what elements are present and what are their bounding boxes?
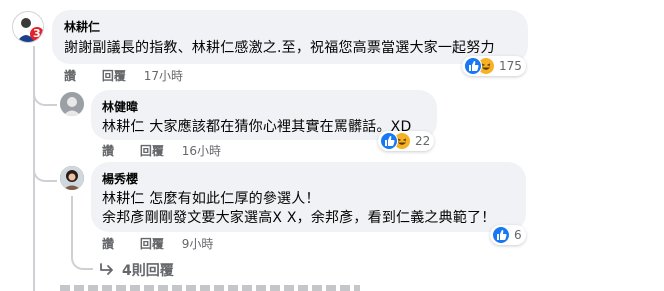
- user-portrait-icon: [60, 92, 84, 116]
- avatar[interactable]: 3: [12, 11, 44, 43]
- thread-curve-more: [71, 246, 93, 270]
- reaction-count: 175: [499, 59, 522, 73]
- like-icon: [492, 226, 510, 244]
- user-portrait-icon: [60, 166, 84, 190]
- like-link[interactable]: 讚: [102, 237, 114, 251]
- thread-curve-reply-1: [33, 78, 57, 106]
- reply-link[interactable]: 回覆: [140, 144, 164, 158]
- comment-body: 大家應該都在猜你心裡其實在罵髒話。XD: [144, 119, 412, 135]
- reaction-summary[interactable]: 22: [378, 131, 435, 151]
- comment-actions: 讚 回覆 17小時: [64, 67, 205, 84]
- timestamp[interactable]: 16小時: [182, 144, 221, 158]
- comment-text: 謝謝副議長的指教、林耕仁感激之.至，祝福您高票當選大家一起努力: [64, 40, 495, 56]
- comment-text: 林耕仁 怎麼有如此仁厚的參選人！: [102, 188, 320, 208]
- reaction-summary[interactable]: 175: [462, 56, 526, 76]
- comment-text-line2: 余邦彥剛剛發文要大家選高X X，余邦彥，看到仁義之典範了！: [102, 210, 496, 226]
- reaction-count: 22: [415, 134, 431, 148]
- avatar[interactable]: [60, 166, 84, 190]
- more-replies-label: 4則回覆: [122, 263, 174, 279]
- comment-author[interactable]: 林耕仁: [64, 18, 100, 35]
- cutoff-comment-preview: [60, 285, 360, 291]
- like-icon: [380, 132, 398, 150]
- comment-actions: 讚 回覆 9小時: [102, 235, 235, 252]
- avatar[interactable]: [60, 92, 84, 116]
- mention-link[interactable]: 林耕仁: [102, 119, 145, 135]
- reply-arrow-icon: [98, 261, 116, 281]
- thread-line-sub: [71, 196, 73, 252]
- like-icon: [464, 57, 482, 75]
- timestamp[interactable]: 17小時: [144, 69, 183, 83]
- comment-body: 怎麼有如此仁厚的參選人！: [144, 191, 320, 207]
- timestamp[interactable]: 9小時: [182, 237, 214, 251]
- reply-link[interactable]: 回覆: [102, 69, 126, 83]
- ballot-number-badge: 3: [33, 27, 41, 40]
- like-link[interactable]: 讚: [102, 144, 114, 158]
- comment-actions: 讚 回覆 16小時: [102, 142, 243, 159]
- like-link[interactable]: 讚: [64, 69, 76, 83]
- comment-author[interactable]: 林健暐: [102, 98, 138, 115]
- thread-curve-reply-2: [33, 150, 57, 182]
- reaction-count: 6: [514, 228, 522, 242]
- reaction-summary[interactable]: 6: [490, 225, 526, 245]
- mention-link[interactable]: 林耕仁: [102, 191, 145, 207]
- reply-link[interactable]: 回覆: [140, 237, 164, 251]
- comment-text: 林耕仁 大家應該都在猜你心裡其實在罵髒話。XD: [102, 116, 411, 136]
- comment-author[interactable]: 楊秀櫻: [102, 170, 138, 187]
